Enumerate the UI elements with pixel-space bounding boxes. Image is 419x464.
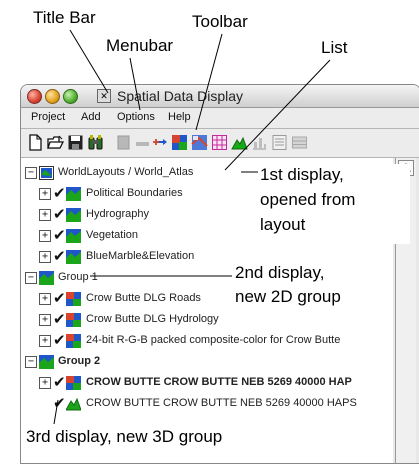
leader-toolbar — [195, 33, 223, 131]
leader-display3 — [53, 399, 59, 425]
callout-leader-lines — [53, 29, 331, 425]
leader-list — [224, 59, 331, 171]
leader-title-bar — [69, 29, 109, 94]
leader-menubar — [129, 57, 141, 111]
